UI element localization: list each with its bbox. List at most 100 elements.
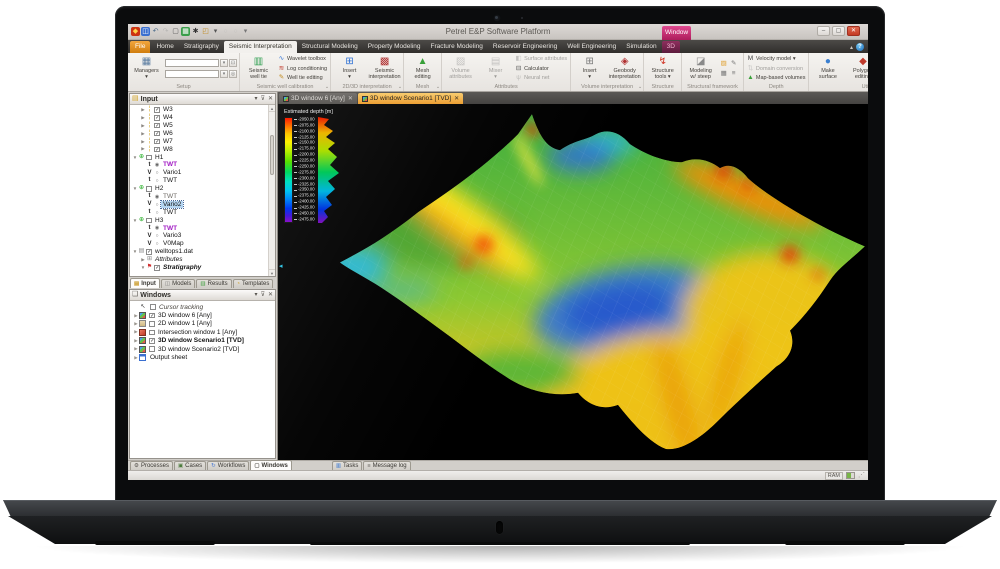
color-table-icon[interactable]: ▦ xyxy=(181,27,190,36)
recent-1-icon[interactable]: ○ xyxy=(221,27,230,36)
radio[interactable]: ○ xyxy=(153,170,161,176)
ribbon-tab-seismic-interpretation[interactable]: Seismic Interpretation xyxy=(224,41,297,53)
managers-button[interactable]: ▦Managers ▾ xyxy=(130,54,163,83)
checkbox[interactable] xyxy=(145,186,153,192)
more-dropdown-icon[interactable]: ▾ xyxy=(241,27,250,36)
windows-row-output-sheet[interactable]: ▶Output sheet xyxy=(130,353,275,361)
scroll-thumb[interactable] xyxy=(270,135,274,175)
checkbox[interactable]: ✓ xyxy=(153,265,161,271)
ribbon-tab-home[interactable]: Home xyxy=(151,41,178,53)
close-icon[interactable]: ✕ xyxy=(268,94,273,104)
seismic-well-tie-button[interactable]: ▥Seismicwell tie xyxy=(242,54,275,83)
windows-row-3d-window-6-any[interactable]: ▶✓3D window 6 [Any] xyxy=(130,311,275,319)
customize-dropdown-icon[interactable]: ▾ xyxy=(211,27,220,36)
close-tab-icon[interactable]: ✕ xyxy=(348,95,353,102)
windows-row-2d-window-1-any[interactable]: ▶2D window 1 [Any] xyxy=(130,320,275,328)
map-based-volumes-button[interactable]: ▲Map-based volumes xyxy=(746,74,807,83)
dialog-launcher-icon[interactable]: ⌄ xyxy=(325,84,329,90)
log-conditioning-button[interactable]: ≋Log conditioning xyxy=(277,64,328,73)
ribbon-tab-simulation[interactable]: Simulation xyxy=(621,41,661,53)
dialog-launcher-icon[interactable]: ⌄ xyxy=(638,84,642,90)
checkbox[interactable] xyxy=(148,330,156,336)
calculator-button[interactable]: ⊟Calculator xyxy=(514,64,568,73)
bottom-tab-cases[interactable]: ▣Cases xyxy=(174,461,206,470)
radio[interactable]: ○ xyxy=(153,202,161,208)
ribbon-tab-structural-modeling[interactable]: Structural Modeling xyxy=(297,41,363,53)
radio[interactable]: ◉ xyxy=(153,225,161,231)
redo-icon[interactable]: ↷ xyxy=(161,27,170,36)
tree-row-twt[interactable]: t◉TWT xyxy=(130,161,275,169)
combo-tool-icon[interactable]: ⊡ xyxy=(229,59,237,67)
dropdown-icon[interactable]: ▾ xyxy=(255,94,258,104)
radio[interactable]: ○ xyxy=(153,210,161,216)
checkbox[interactable]: ✓ xyxy=(153,107,161,113)
minimize-button[interactable]: – xyxy=(817,26,830,36)
tree-row-attributes[interactable]: ▶⊞Attributes xyxy=(130,256,275,264)
dropdown-icon[interactable]: ▾ xyxy=(255,290,258,300)
combo-tool-icon[interactable]: ◎ xyxy=(229,70,237,78)
pane-tab-templates[interactable]: ◔Templates xyxy=(233,279,274,288)
geobody-interpretation-button[interactable]: ◈Geobodyinterpretation xyxy=(608,54,641,83)
tree-row-w6[interactable]: ▶¦✓W6 xyxy=(130,130,275,138)
close-tab-icon[interactable]: ✕ xyxy=(454,95,459,102)
polygon-editing-button[interactable]: ◆Polygonediting xyxy=(846,54,868,83)
tree-row-h1[interactable]: ▼⊕H1 xyxy=(130,153,275,161)
radio[interactable]: ◉ xyxy=(153,194,161,200)
app-logo-icon[interactable]: ◆ xyxy=(131,27,140,36)
wavelet-toolbox-button[interactable]: ∿Wavelet toolbox xyxy=(277,55,328,64)
tree-row-welltops1-dat[interactable]: ▼▤✓welltops1.dat xyxy=(130,248,275,256)
close-button[interactable]: ✕ xyxy=(847,26,860,36)
tree-row-stratigraphy[interactable]: ▼⚑✓Stratigraphy xyxy=(130,264,275,272)
fault-grid-icon[interactable]: ▦ xyxy=(719,69,728,78)
tree-row-vario1[interactable]: V○Vario1 xyxy=(130,169,275,177)
recent-2-icon[interactable]: ○ xyxy=(231,27,240,36)
pane-tab-input[interactable]: ▤Input xyxy=(130,278,160,288)
scroll-up-icon[interactable]: ▲ xyxy=(269,105,275,112)
checkbox[interactable]: ✓ xyxy=(153,139,161,145)
input-panel-header[interactable]: ▤ Input ▾⊽✕ xyxy=(130,94,275,105)
ribbon-tab-file[interactable]: File xyxy=(130,41,150,53)
folder-orange-icon[interactable]: ▨ xyxy=(719,59,728,68)
tree-row-twt[interactable]: t◉TWT xyxy=(130,193,275,201)
pane-tab-results[interactable]: ▥Results xyxy=(196,279,231,288)
velocity-model-button[interactable]: MVelocity model ▾ xyxy=(746,55,807,64)
tree-row-twt[interactable]: t◉TWT xyxy=(130,224,275,232)
checkbox[interactable]: ✓ xyxy=(145,249,153,255)
tree-row-twt[interactable]: t○TWT xyxy=(130,209,275,217)
radio[interactable]: ○ xyxy=(153,233,161,239)
mixer-button[interactable]: ▤Mixer ▾ xyxy=(479,54,512,83)
maximize-button[interactable]: ▢ xyxy=(832,26,845,36)
tree-row-twt[interactable]: t○TWT xyxy=(130,177,275,185)
layers-icon[interactable]: ≡ xyxy=(729,69,738,78)
tree-row-w7[interactable]: ▶¦✓W7 xyxy=(130,138,275,146)
combo-input[interactable] xyxy=(165,70,219,78)
domain-conversion-button[interactable]: ⇅Domain conversion xyxy=(746,64,807,73)
close-icon[interactable]: ✕ xyxy=(268,290,273,300)
bottom-tab-message-log[interactable]: ≡Message log xyxy=(363,461,410,470)
seismic-interpretation-button[interactable]: ▩Seismicinterpretation xyxy=(368,54,401,83)
help-icon[interactable]: ? xyxy=(856,43,864,51)
dialog-launcher-icon[interactable]: ⌄ xyxy=(436,84,440,90)
mesh-editing-button[interactable]: ▲Meshediting xyxy=(406,54,439,83)
tree-row-w8[interactable]: ▶¦✓W8 xyxy=(130,145,275,153)
pencil-icon[interactable]: ✎ xyxy=(729,59,738,68)
pin-icon[interactable]: ⊽ xyxy=(261,290,265,300)
viewport-tab-3d-window-6-any[interactable]: 3D window 6 [Any]✕ xyxy=(279,93,357,104)
ribbon-tab-stratigraphy[interactable]: Stratigraphy xyxy=(179,41,224,53)
checkbox[interactable]: ✓ xyxy=(148,338,156,344)
bottom-tab-windows[interactable]: ▢Windows xyxy=(250,460,291,470)
checkbox[interactable] xyxy=(145,218,153,224)
checkbox[interactable] xyxy=(145,155,153,161)
well-tie-editing-button[interactable]: ✎Well tie editing xyxy=(277,74,328,83)
pane-tab-models[interactable]: ◫Models xyxy=(161,279,196,288)
new-window-icon[interactable]: ▢ xyxy=(171,27,180,36)
insert-button[interactable]: ⊞Insert ▾ xyxy=(333,54,366,83)
bottom-tab-workflows[interactable]: ↻Workflows xyxy=(207,461,249,470)
tree-row-w4[interactable]: ▶¦✓W4 xyxy=(130,114,275,122)
terrain-3d-surface[interactable] xyxy=(278,104,868,460)
open-project-icon[interactable]: ◰ xyxy=(201,27,210,36)
windows-row-3d-window-scenario1-tvd[interactable]: ▶✓3D window Scenario1 [TVD] xyxy=(130,337,275,345)
tree-row-vario2[interactable]: V○Vario2 xyxy=(130,201,275,209)
radio[interactable]: ○ xyxy=(153,178,161,184)
scrollbar[interactable]: ▲ ▼ xyxy=(268,105,275,276)
